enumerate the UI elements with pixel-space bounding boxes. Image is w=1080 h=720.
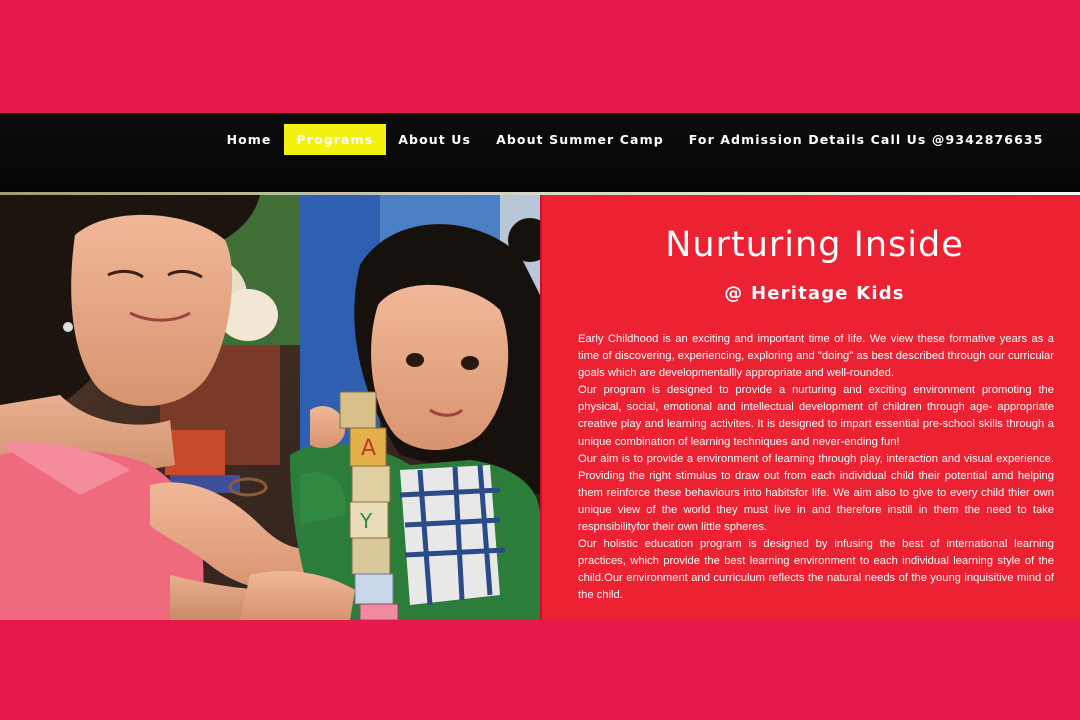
bottom-band [0, 620, 1080, 720]
intro-text: Early Childhood is an exciting and impor… [578, 331, 1054, 605]
nav-item-home[interactable]: Home [214, 124, 284, 155]
nav-item-about-us[interactable]: About Us [386, 124, 484, 155]
intro-paragraph-3: Our aim is to provide a environment of l… [578, 452, 1054, 534]
svg-text:Y: Y [359, 509, 373, 533]
hero-image: A Y [0, 195, 540, 620]
intro-paragraph-4: Our holistic education program is design… [578, 538, 1054, 602]
intro-paragraph-1: Early Childhood is an exciting and impor… [578, 333, 1054, 380]
page-title: Nurturing Inside [665, 225, 964, 265]
navbar: Home Programs About Us About Summer Camp… [0, 113, 1080, 192]
nav-item-admission-contact[interactable]: For Admission Details Call Us @934287663… [676, 124, 1056, 155]
page-subtitle: @ Heritage Kids [724, 283, 905, 304]
main-nav: Home Programs About Us About Summer Camp… [214, 124, 1056, 155]
svg-text:A: A [361, 436, 376, 461]
intro-paragraph-2: Our program is designed to provide a nur… [578, 384, 1054, 448]
intro-panel: Nurturing Inside @ Heritage Kids Early C… [540, 195, 1080, 620]
nav-item-programs[interactable]: Programs [284, 124, 386, 155]
top-band [0, 0, 1080, 113]
nav-item-about-summer-camp[interactable]: About Summer Camp [484, 124, 677, 155]
